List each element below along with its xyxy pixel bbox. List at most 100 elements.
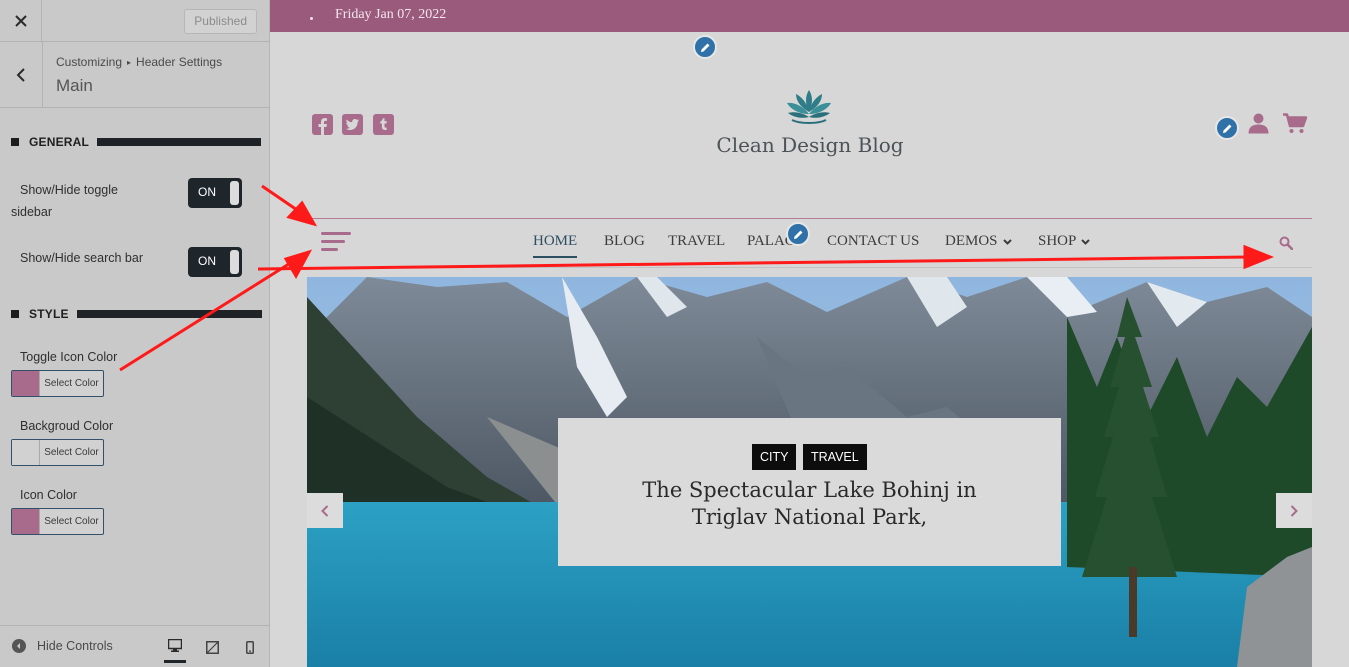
desktop-icon [168, 639, 182, 652]
customizer-section-header: Customizing ▸ Header Settings Main [0, 42, 270, 108]
shopping-cart-icon[interactable] [1283, 113, 1308, 134]
back-button[interactable] [0, 42, 43, 107]
chevron-right-icon [1290, 504, 1298, 517]
toggle-state-label: ON [198, 185, 216, 199]
nav-item-shop-label: SHOP [1038, 233, 1077, 249]
sidebar-toggle-button[interactable] [321, 232, 351, 256]
toggle-knob [230, 250, 239, 274]
heading-bar [97, 138, 262, 146]
tablet-icon [205, 640, 219, 654]
icon-color-label: Icon Color [20, 488, 77, 502]
site-preview: Friday Jan 07, 2022 Clean Design Blog HO… [270, 0, 1349, 667]
toggle-sidebar-label-line2: sidebar [11, 205, 52, 219]
twitter-link[interactable] [342, 114, 363, 135]
toggle-sidebar-label-line1: Show/Hide toggle [20, 183, 118, 197]
pencil-icon [1222, 124, 1231, 133]
user-account-icon[interactable] [1248, 113, 1269, 134]
chevron-left-icon [321, 504, 329, 517]
pencil-icon [700, 43, 709, 52]
toggle-icon-color-label: Toggle Icon Color [20, 350, 118, 364]
site-title[interactable]: Clean Design Blog [690, 133, 930, 157]
hamburger-line [321, 232, 351, 235]
hamburger-line [321, 240, 345, 243]
nav-item-demos[interactable]: DEMOS [945, 233, 1012, 250]
select-color-label: Select Color [44, 378, 99, 389]
toggle-sidebar-label: Show/Hide toggle [20, 179, 118, 201]
general-heading: GENERAL [11, 135, 262, 149]
twitter-icon [345, 119, 359, 130]
heading-bar [76, 310, 262, 318]
edit-shortcut-button[interactable] [786, 222, 810, 246]
breadcrumb: Customizing ▸ Header Settings [56, 55, 222, 69]
style-heading: STYLE [11, 307, 262, 321]
toggle-sidebar-label-2: sidebar [11, 201, 52, 223]
select-color-label: Select Color [44, 447, 99, 458]
tumblr-link[interactable] [373, 114, 394, 135]
nav-top-border [310, 218, 1312, 219]
toggle-knob [230, 181, 239, 205]
breadcrumb-root: Customizing [56, 55, 123, 69]
tag-travel[interactable]: TRAVEL [803, 444, 867, 470]
slider-next-button[interactable] [1276, 493, 1312, 528]
customizer-topbar: Published [0, 0, 270, 42]
color-swatch [12, 440, 40, 465]
chevron-down-icon [1002, 238, 1012, 245]
facebook-link[interactable] [312, 114, 333, 135]
heading-square [11, 310, 19, 318]
nav-item-contact[interactable]: CONTACT US [827, 233, 919, 250]
background-color-label: Backgroud Color [20, 419, 114, 433]
facebook-icon [318, 118, 327, 135]
published-button[interactable]: Published [184, 9, 257, 34]
toggle-icon-color-button[interactable]: Select Color [11, 370, 104, 397]
select-color-label: Select Color [44, 516, 99, 527]
edit-shortcut-button[interactable] [693, 35, 717, 59]
search-icon[interactable] [1279, 236, 1293, 250]
tumblr-icon [380, 118, 387, 130]
chevron-down-icon [1081, 238, 1091, 245]
section-title: Main [56, 76, 93, 95]
hamburger-line [321, 248, 338, 251]
nav-bottom-border [310, 267, 1312, 268]
breadcrumb-parent: Header Settings [136, 55, 223, 69]
tablet-preview-button[interactable] [201, 636, 223, 658]
mobile-preview-button[interactable] [239, 636, 261, 658]
lotus-logo-icon [787, 90, 831, 124]
topbar-bullet [310, 17, 313, 20]
slide-title-line1: The Spectacular Lake Bohinj in [642, 478, 977, 502]
style-heading-label: STYLE [29, 307, 69, 321]
pencil-icon [793, 230, 802, 239]
desktop-preview-button[interactable] [164, 631, 186, 663]
close-customizer-button[interactable] [0, 0, 42, 42]
customizer-footer: Hide Controls [0, 625, 270, 667]
heading-square [11, 138, 19, 146]
toggle-search-label: Show/Hide search bar [20, 251, 143, 265]
background-color-button[interactable]: Select Color [11, 439, 104, 466]
topbar-date: Friday Jan 07, 2022 [335, 7, 447, 22]
nav-item-demos-label: DEMOS [945, 233, 998, 249]
edit-shortcut-button[interactable] [1215, 116, 1239, 140]
nav-item-home[interactable]: HOME [533, 233, 578, 258]
hide-controls-label: Hide Controls [37, 639, 113, 653]
color-swatch [12, 371, 40, 396]
nav-item-blog[interactable]: BLOG [604, 233, 645, 250]
toggle-state-label: ON [198, 254, 216, 268]
breadcrumb-separator: ▸ [127, 58, 132, 67]
slide-title-line2: Triglav National Park, [691, 505, 928, 529]
slider-prev-button[interactable] [307, 493, 343, 528]
toggle-sidebar-switch[interactable]: ON [188, 178, 242, 208]
nav-item-travel[interactable]: TRAVEL [668, 233, 725, 250]
top-bar: Friday Jan 07, 2022 [270, 0, 1349, 32]
color-swatch [12, 509, 40, 534]
hide-controls-button[interactable]: Hide Controls [12, 639, 113, 653]
close-icon [14, 15, 27, 27]
chevron-left-icon [16, 67, 25, 82]
collapse-icon [12, 639, 26, 653]
general-heading-label: GENERAL [29, 135, 90, 149]
slide-title[interactable]: The Spectacular Lake Bohinj in Triglav N… [558, 477, 1061, 531]
nav-item-shop[interactable]: SHOP [1038, 233, 1091, 250]
icon-color-button[interactable]: Select Color [11, 508, 104, 535]
toggle-search-switch[interactable]: ON [188, 247, 242, 277]
mobile-icon [246, 640, 254, 654]
tag-city[interactable]: CITY [752, 444, 797, 470]
customizer-sidebar: Published Customizing ▸ Header Settings Ma… [0, 0, 270, 667]
